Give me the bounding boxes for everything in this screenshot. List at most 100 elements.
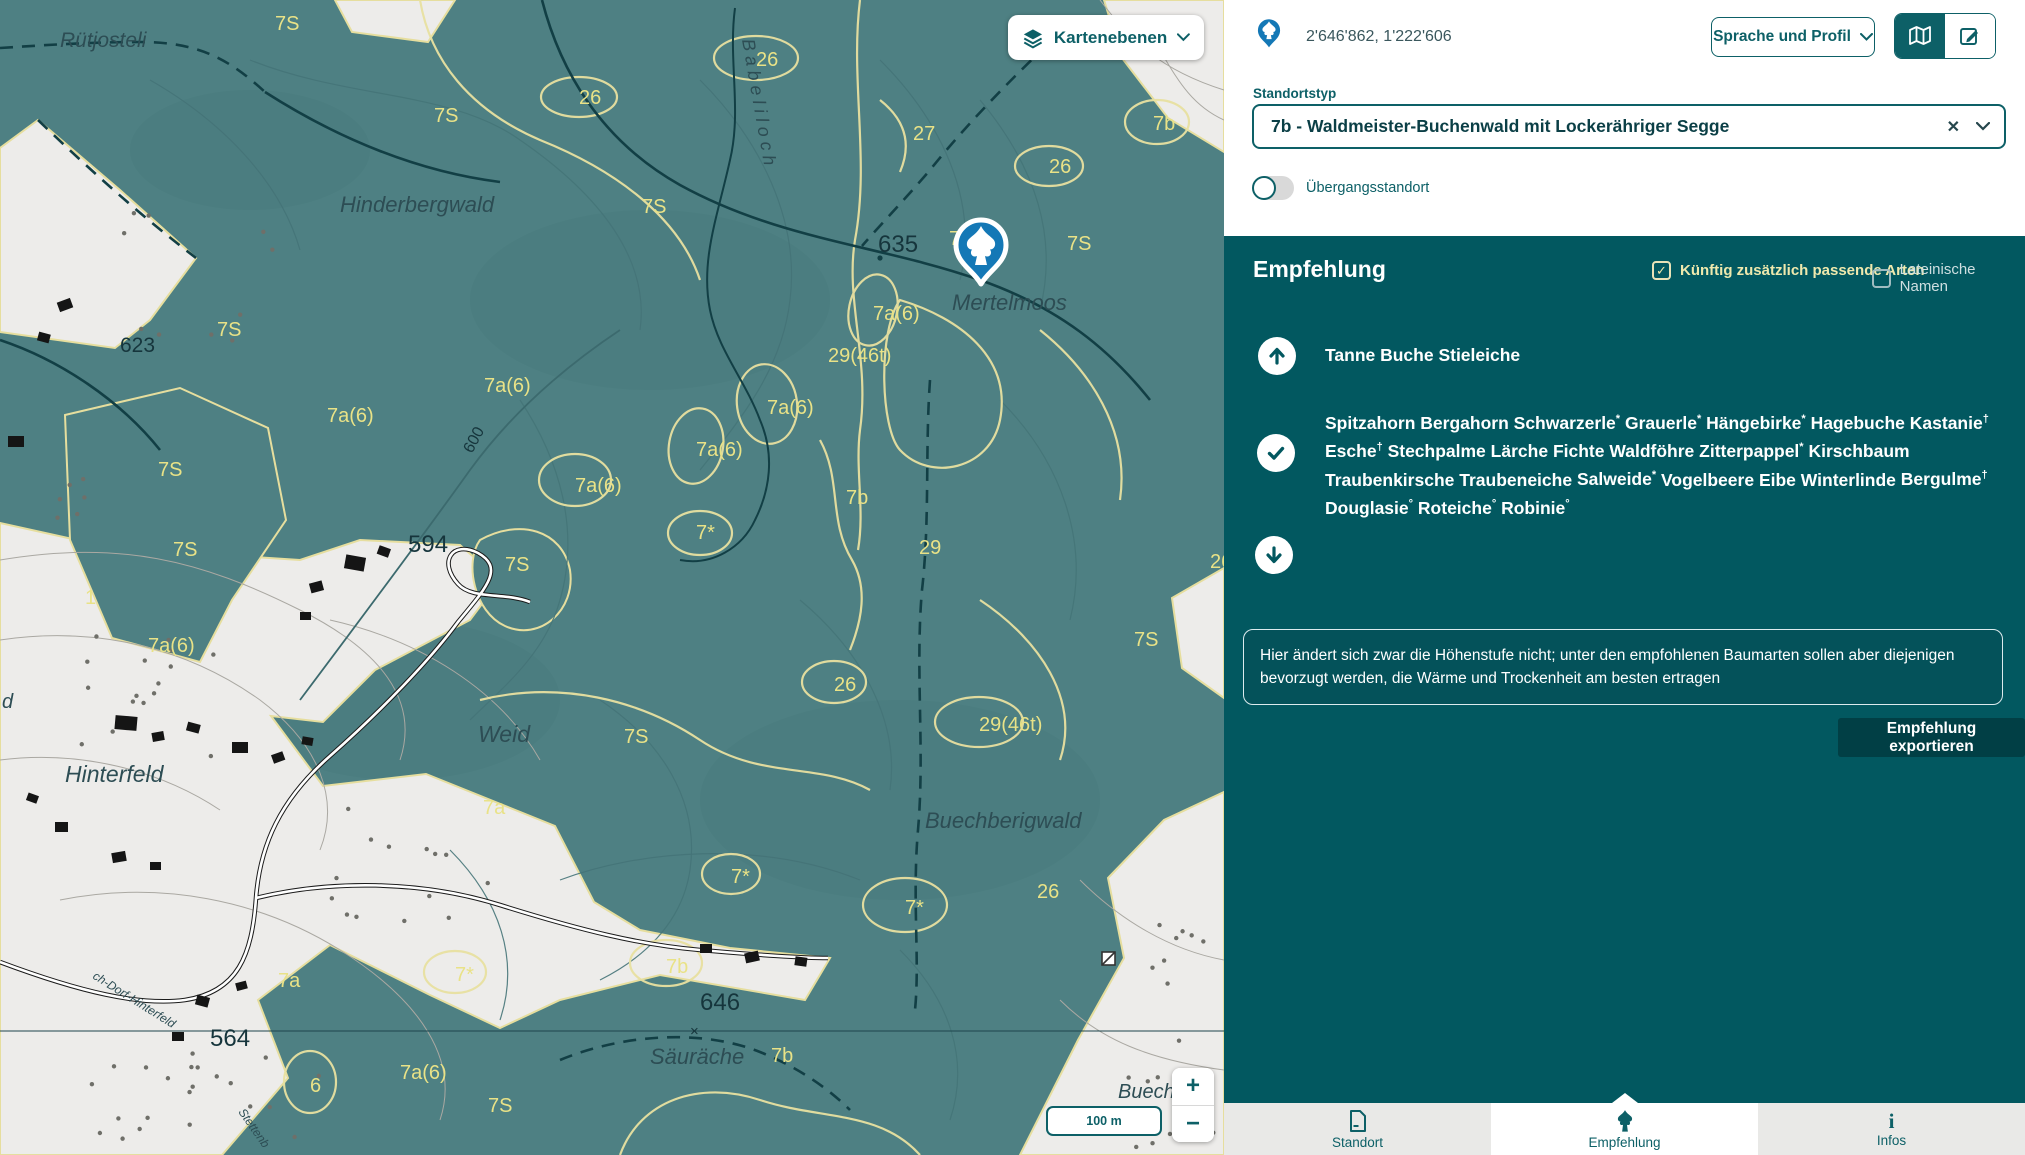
species-token: Stechpalme — [1388, 441, 1486, 461]
language-profile-button[interactable]: Sprache und Profil — [1711, 17, 1875, 57]
map-label: × — [690, 1023, 699, 1040]
coordinates-display: 2'646'862, 1'222'606 — [1306, 28, 1452, 46]
standortstyp-select[interactable]: 7b - Waldmeister-Buchenwald mit Lockeräh… — [1252, 104, 2006, 149]
map-label: 7* — [905, 897, 924, 919]
toggle-knob — [1252, 176, 1276, 200]
species-token: Winterlinde — [1801, 469, 1896, 489]
map-label: Säuräche — [650, 1044, 744, 1069]
species-token: Roteiche° — [1418, 498, 1496, 518]
species-token: Fichte — [1553, 441, 1605, 461]
map-label: 7S — [275, 13, 299, 35]
tab-standort-label: Standort — [1332, 1135, 1383, 1150]
map-label: 26 — [1210, 551, 1224, 573]
map-label: 7b — [666, 956, 688, 978]
checkbox-checked-icon: ✓ — [1652, 261, 1671, 280]
species-token: Esche† — [1325, 441, 1383, 461]
chevron-down-icon — [1976, 122, 1990, 131]
transition-toggle-label: Übergangsstandort — [1306, 180, 1429, 196]
map-label: 29(46t) — [828, 345, 891, 367]
zoom-control: + − — [1172, 1068, 1214, 1142]
map-label: 7a(6) — [327, 405, 374, 427]
map-label: 7S — [1134, 629, 1158, 651]
species-token: Vogelbeere — [1661, 469, 1754, 489]
species-token: Eibe — [1759, 469, 1796, 489]
map-label: 7S — [642, 196, 666, 218]
map-label: 7b — [846, 487, 868, 509]
species-token: Schwarzerle* — [1514, 413, 1620, 433]
export-recommendation-button[interactable]: Empfehlung exportieren — [1838, 718, 2025, 757]
tab-infos[interactable]: i Infos — [1758, 1103, 2025, 1155]
transition-toggle-row: Übergangsstandort — [1253, 176, 1429, 200]
map-label: Hinterfeld — [65, 761, 165, 787]
bottom-tab-bar: Standort Empfehlung i Infos — [1224, 1103, 2025, 1155]
map-label: 7S — [434, 105, 458, 127]
edit-view-button[interactable] — [1945, 14, 1995, 58]
map-label: 26 — [834, 674, 856, 696]
recommendation-title: Empfehlung — [1253, 256, 1386, 283]
species-token: Waldföhre — [1609, 441, 1694, 461]
map-label: 7a(6) — [148, 635, 195, 657]
map-label: 7a — [483, 797, 506, 819]
reduced-species-icon — [1255, 536, 1293, 574]
tab-standort[interactable]: Standort — [1224, 1103, 1491, 1155]
map-view-button[interactable] — [1895, 14, 1945, 58]
topographic-map[interactable]: 7S 26 26 27 7S 26 7b 7S 7b 7S 7S 7a(6) 7a(6) 7a(6) 29(… — [0, 0, 1224, 1155]
map-label: 26 — [1049, 156, 1071, 178]
check-icon — [1266, 443, 1286, 463]
latin-names-checkbox[interactable]: Lateinische Namen — [1872, 261, 2025, 295]
map-label: 7b — [771, 1045, 793, 1067]
map-layers-button[interactable]: Kartenebenen — [1008, 15, 1204, 60]
species-token: Hängebirke* — [1706, 413, 1806, 433]
map-label: 7* — [696, 522, 715, 544]
layers-icon — [1022, 26, 1044, 50]
map-label: 29 — [919, 537, 941, 559]
map-canvas[interactable]: 7S 26 26 27 7S 26 7b 7S 7b 7S 7S 7a(6) 7a(6) 7a(6) 29(… — [0, 0, 1224, 1155]
special-symbol — [1102, 952, 1115, 965]
standortstyp-label: Standortstyp — [1253, 86, 1336, 101]
map-label: 7a(6) — [873, 303, 920, 325]
clear-selection-icon[interactable]: ✕ — [1947, 117, 1960, 137]
map-label: 7a(6) — [696, 439, 743, 461]
map-label: 29(46t) — [979, 714, 1042, 736]
zoom-out-button[interactable]: − — [1172, 1106, 1214, 1143]
info-icon: i — [1889, 1111, 1895, 1131]
map-label: Buechberigwald — [925, 808, 1082, 833]
map-label: 7a — [278, 970, 301, 992]
species-token: Bergahorn — [1420, 413, 1508, 433]
map-label: 646 — [700, 989, 740, 1016]
map-label: 635 — [878, 231, 918, 258]
altitude-note: Hier ändert sich zwar die Höhenstufe nic… — [1243, 629, 2003, 705]
map-label: 7S — [173, 539, 197, 561]
species-token: Spitzahorn — [1325, 413, 1415, 433]
tab-infos-label: Infos — [1877, 1133, 1906, 1148]
standortstyp-value: 7b - Waldmeister-Buchenwald mit Lockeräh… — [1271, 116, 1947, 137]
scale-label: 100 m — [1086, 1114, 1121, 1128]
map-label: Mertelmoos — [952, 290, 1067, 315]
species-token: Lärche — [1491, 441, 1548, 461]
map-label: 7* — [455, 964, 474, 986]
transition-toggle[interactable] — [1253, 176, 1294, 200]
latin-names-label: Lateinische Namen — [1900, 261, 2025, 295]
promoted-species-list: Tanne Buche Stieleiche — [1325, 345, 2005, 366]
zoom-in-button[interactable]: + — [1172, 1068, 1214, 1105]
tree-app-window: 7S 26 26 27 7S 26 7b 7S 7b 7S 7S 7a(6) 7a(6) 7a(6) 29(… — [0, 0, 2025, 1155]
map-label: 26 — [579, 87, 601, 109]
arrow-up-icon — [1267, 346, 1287, 366]
map-icon — [1908, 25, 1932, 47]
map-label: 7a(6) — [575, 475, 622, 497]
app-logo-pin-icon — [1253, 14, 1285, 52]
species-token: Traubeneiche — [1459, 469, 1572, 489]
map-label: 7S — [488, 1095, 512, 1117]
edit-icon — [1959, 25, 1981, 47]
map-label: 7* — [731, 866, 750, 888]
species-token: Grauerle* — [1625, 413, 1701, 433]
checkbox-unchecked-icon — [1872, 269, 1891, 288]
species-token: Kastanie† — [1910, 413, 1989, 433]
map-label: 27 — [913, 123, 935, 145]
map-label: Rütjosteli — [60, 29, 148, 52]
tab-empfehlung[interactable]: Empfehlung — [1491, 1103, 1758, 1155]
map-label: 7S — [624, 726, 648, 748]
map-label: 26 — [1037, 881, 1059, 903]
document-icon — [1347, 1109, 1369, 1133]
species-token: Kirschbaum — [1808, 441, 1909, 461]
